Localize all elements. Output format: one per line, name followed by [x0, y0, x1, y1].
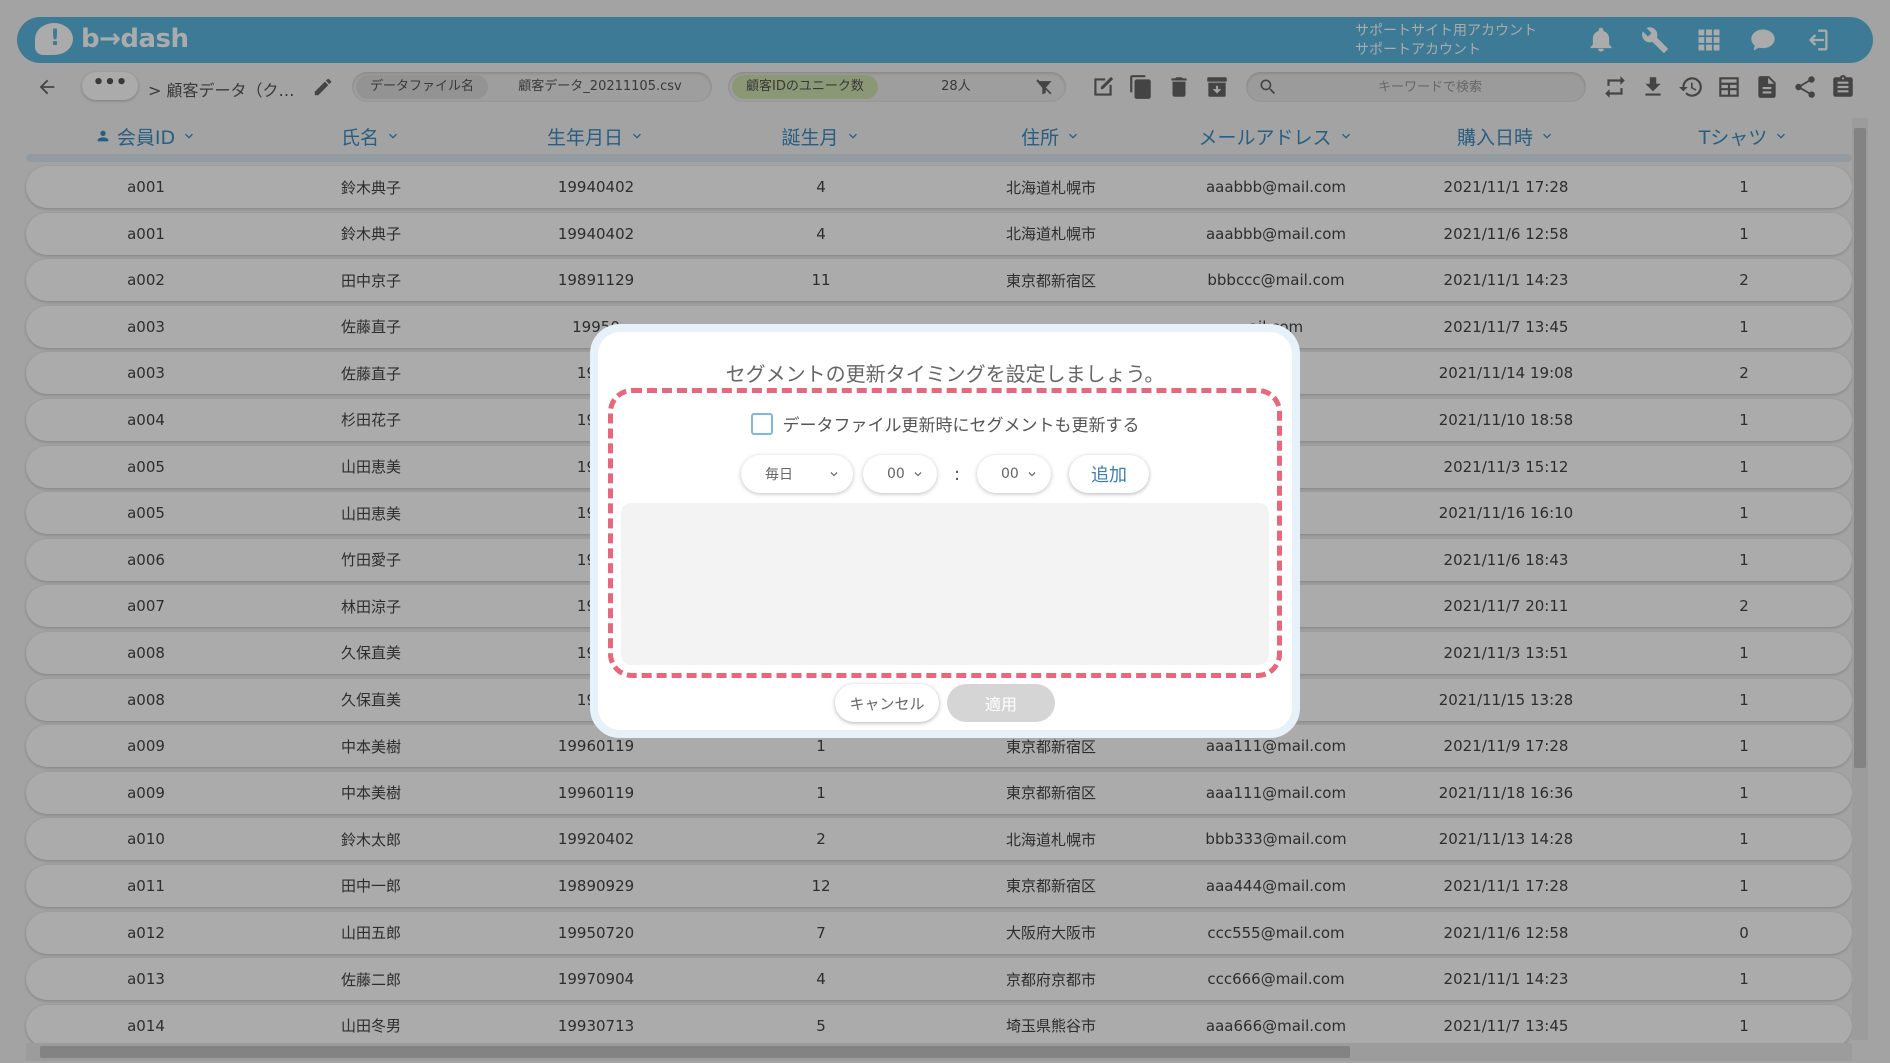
hour-value: 00	[887, 466, 905, 482]
schedule-list	[621, 503, 1269, 665]
update-on-file-update-option[interactable]: データファイル更新時にセグメントも更新する	[613, 411, 1277, 436]
chevron-down-icon	[1028, 472, 1036, 477]
chevron-down-icon	[914, 472, 922, 477]
add-button[interactable]: 追加	[1069, 455, 1149, 493]
minute-value: 00	[1001, 466, 1019, 482]
schedule-row: 毎日 00 : 00 追加	[613, 455, 1277, 493]
cancel-button[interactable]: キャンセル	[835, 684, 939, 722]
dialog-buttons: キャンセル 適用	[598, 684, 1292, 722]
time-colon: :	[953, 463, 961, 485]
minute-select[interactable]: 00	[977, 455, 1051, 493]
chevron-down-icon	[830, 472, 838, 477]
checkbox-label: データファイル更新時にセグメントも更新する	[782, 416, 1140, 436]
frequency-select[interactable]: 毎日	[741, 455, 853, 493]
segment-update-timing-dialog: セグメントの更新タイミングを設定しましょう。 データファイル更新時にセグメントも…	[590, 324, 1300, 738]
frequency-value: 毎日	[765, 467, 793, 483]
dialog-title: セグメントの更新タイミングを設定しましょう。	[725, 362, 1165, 386]
apply-button[interactable]: 適用	[947, 684, 1055, 722]
hour-select[interactable]: 00	[863, 455, 937, 493]
highlight-box: データファイル更新時にセグメントも更新する 毎日 00 : 00 追加	[608, 388, 1282, 678]
update-on-file-update-checkbox[interactable]	[750, 412, 773, 435]
